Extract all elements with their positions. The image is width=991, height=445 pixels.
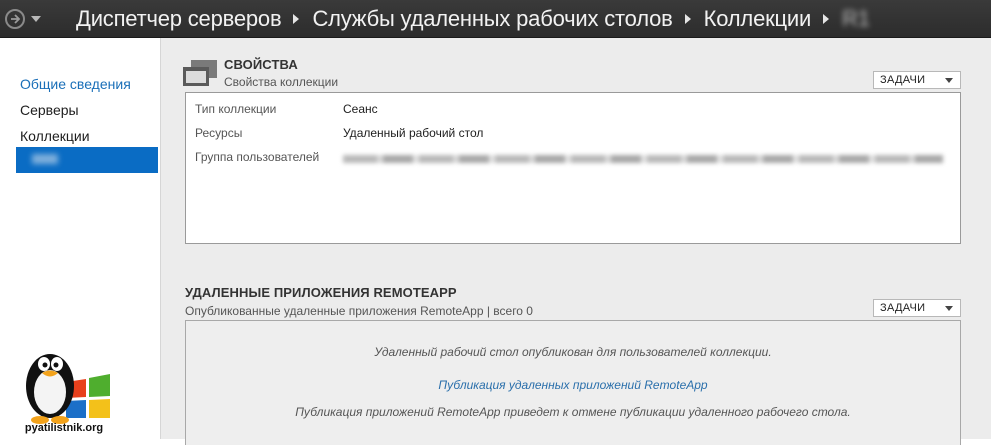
chevron-down-icon [945, 78, 953, 83]
breadcrumb-collections[interactable]: Коллекции [704, 6, 812, 32]
properties-subtitle: Свойства коллекции [224, 75, 339, 89]
remoteapp-subtitle: Опубликованные удаленные приложения Remo… [185, 304, 533, 318]
sidebar: Общие сведения Серверы Коллекции pyatili… [0, 38, 161, 439]
publish-remoteapp-link[interactable]: Публикация удаленных приложений RemoteAp… [186, 378, 960, 392]
properties-tasks-button[interactable]: ЗАДАЧИ [873, 71, 961, 89]
site-logo: pyatilistnik.org [14, 334, 114, 434]
sidebar-item-collections[interactable]: Коллекции [20, 128, 90, 144]
remoteapp-message: Удаленный рабочий стол опубликован для п… [374, 345, 772, 359]
breadcrumb-server-manager[interactable]: Диспетчер серверов [76, 6, 282, 32]
property-label: Ресурсы [195, 126, 243, 140]
tasks-label: ЗАДАЧИ [880, 74, 926, 86]
properties-icon [183, 60, 217, 86]
sidebar-item-servers[interactable]: Серверы [20, 102, 79, 118]
breadcrumb-separator-icon [293, 13, 300, 24]
back-arrow-icon[interactable] [5, 8, 25, 29]
main-content: СВОЙСТВА Свойства коллекции ЗАДАЧИ Тип к… [161, 38, 991, 445]
breadcrumb: Диспетчер серверов Службы удаленных рабо… [76, 6, 870, 32]
title-bar: Диспетчер серверов Службы удаленных рабо… [0, 0, 991, 38]
breadcrumb-separator-icon [684, 13, 691, 24]
remoteapp-tasks-button[interactable]: ЗАДАЧИ [873, 299, 961, 317]
breadcrumb-rds[interactable]: Службы удаленных рабочих столов [312, 6, 672, 32]
remoteapp-title: УДАЛЕННЫЕ ПРИЛОЖЕНИЯ REMOTEAPP [185, 285, 457, 300]
sidebar-item-overview[interactable]: Общие сведения [20, 76, 131, 92]
property-label: Тип коллекции [195, 102, 277, 116]
property-value: Удаленный рабочий стол [343, 126, 484, 140]
sidebar-item-selected-collection[interactable] [16, 147, 158, 173]
svg-text:pyatilistnik.org: pyatilistnik.org [25, 422, 103, 434]
redacted-user-groups [343, 155, 943, 163]
tasks-label: ЗАДАЧИ [880, 302, 926, 314]
remoteapp-note: Публикация приложений RemoteApp приведет… [295, 405, 851, 419]
property-label: Группа пользователей [195, 150, 320, 164]
properties-panel: Тип коллекции Сеанс Ресурсы Удаленный ра… [185, 92, 961, 244]
breadcrumb-separator-icon [823, 13, 830, 24]
properties-title: СВОЙСТВА [224, 57, 298, 72]
remoteapp-panel: Удаленный рабочий стол опубликован для п… [185, 320, 961, 445]
chevron-down-icon[interactable] [31, 15, 41, 22]
breadcrumb-collection-name[interactable]: R1 [842, 6, 870, 32]
chevron-down-icon [945, 306, 953, 311]
redacted-collection-name [32, 154, 58, 164]
property-value: Сеанс [343, 102, 378, 116]
